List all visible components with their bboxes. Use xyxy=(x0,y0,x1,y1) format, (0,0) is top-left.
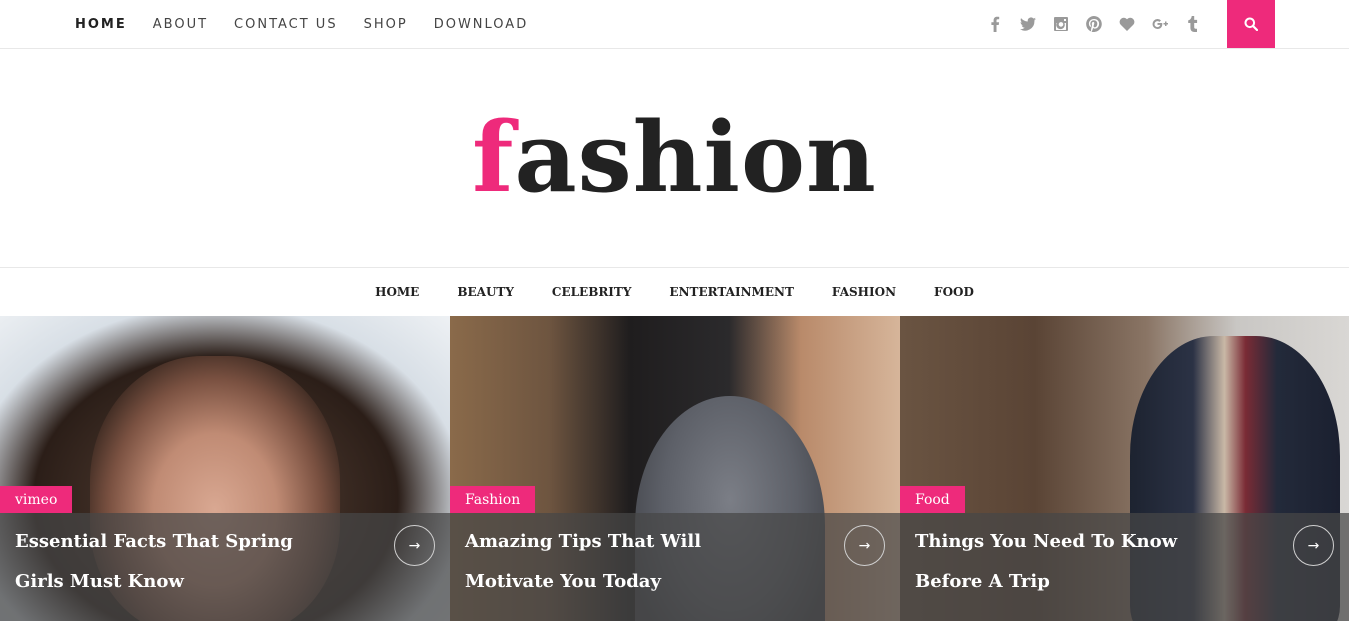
category-tag[interactable]: Fashion xyxy=(450,486,536,513)
heart-icon[interactable] xyxy=(1110,16,1143,32)
category-nav-beauty[interactable]: BEAUTY xyxy=(457,285,514,299)
featured-slider: vimeo Essential Facts That Spring Girls … xyxy=(0,316,1349,621)
search-icon xyxy=(1244,17,1258,31)
featured-card[interactable]: Food Things You Need To Know Before A Tr… xyxy=(900,316,1349,621)
top-nav-contact-us[interactable]: CONTACT US xyxy=(234,17,338,32)
social-links xyxy=(978,0,1209,48)
top-nav-shop[interactable]: SHOP xyxy=(364,17,408,32)
twitter-icon[interactable] xyxy=(1011,16,1044,32)
site-logo[interactable]: fashion xyxy=(0,49,1349,267)
top-bar: HOME ABOUT CONTACT US SHOP DOWNLOAD xyxy=(0,0,1349,49)
card-title[interactable]: Essential Facts That Spring Girls Must K… xyxy=(15,522,345,602)
category-tag[interactable]: Food xyxy=(900,486,965,513)
logo-text: fashion xyxy=(472,110,877,206)
pinterest-icon[interactable] xyxy=(1077,16,1110,32)
card-title[interactable]: Amazing Tips That Will Motivate You Toda… xyxy=(465,522,795,602)
arrow-right-icon[interactable]: → xyxy=(1293,525,1334,566)
logo-accent-letter: f xyxy=(472,101,515,214)
featured-card[interactable]: Fashion Amazing Tips That Will Motivate … xyxy=(450,316,900,621)
category-nav-entertainment[interactable]: ENTERTAINMENT xyxy=(669,285,793,299)
category-nav-fashion[interactable]: FASHION xyxy=(832,285,896,299)
search-button[interactable] xyxy=(1227,0,1275,48)
top-nav: HOME ABOUT CONTACT US SHOP DOWNLOAD xyxy=(75,0,554,48)
category-nav-food[interactable]: FOOD xyxy=(934,285,974,299)
arrow-right-icon[interactable]: → xyxy=(844,525,885,566)
google-plus-icon[interactable] xyxy=(1143,16,1176,32)
top-nav-download[interactable]: DOWNLOAD xyxy=(434,17,529,32)
top-nav-home[interactable]: HOME xyxy=(75,17,127,32)
category-tag[interactable]: vimeo xyxy=(0,486,73,513)
category-nav-home[interactable]: HOME xyxy=(375,285,419,299)
category-nav-celebrity[interactable]: CELEBRITY xyxy=(552,285,632,299)
top-nav-about[interactable]: ABOUT xyxy=(153,17,208,32)
arrow-right-icon[interactable]: → xyxy=(394,525,435,566)
logo-rest: ashion xyxy=(514,101,877,214)
facebook-icon[interactable] xyxy=(978,16,1011,32)
featured-card[interactable]: vimeo Essential Facts That Spring Girls … xyxy=(0,316,450,621)
card-title[interactable]: Things You Need To Know Before A Trip xyxy=(915,522,1245,602)
instagram-icon[interactable] xyxy=(1044,16,1077,32)
tumblr-icon[interactable] xyxy=(1176,16,1209,32)
category-nav: HOME BEAUTY CELEBRITY ENTERTAINMENT FASH… xyxy=(0,267,1349,316)
